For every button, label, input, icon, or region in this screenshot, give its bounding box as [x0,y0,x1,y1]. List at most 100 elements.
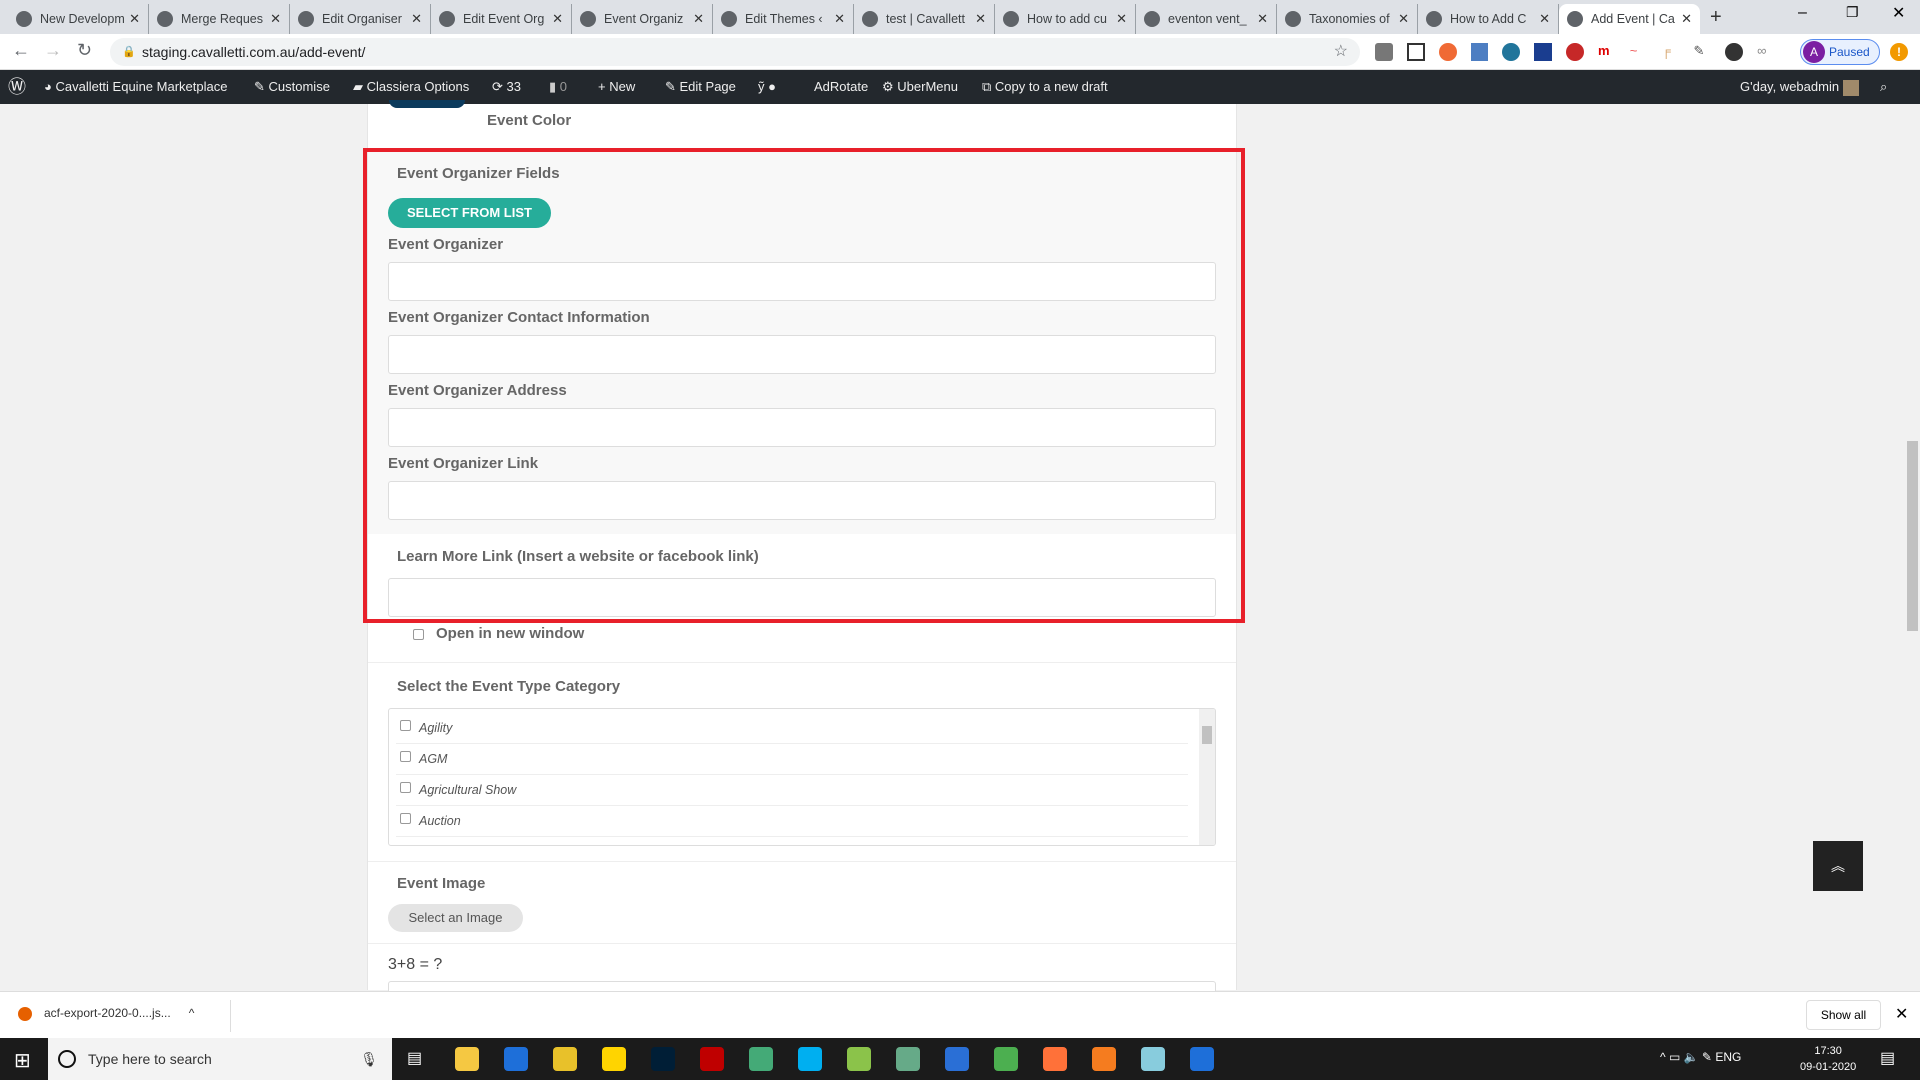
microphone-icon[interactable]: 🎙 [360,1038,378,1080]
profile-button[interactable]: A Paused [1800,39,1880,65]
new-link[interactable]: + New [598,70,635,104]
restore-button[interactable]: ❐ [1846,4,1859,21]
photoshop-taskbar-icon[interactable] [651,1047,675,1071]
close-tab-icon[interactable]: ✕ [693,11,704,27]
copy-draft-label: Copy to a new draft [994,79,1108,94]
notifications-icon[interactable]: ▤ [1880,1048,1895,1068]
forward-icon[interactable]: → [44,40,62,61]
comments-link[interactable]: ▮ 0 [549,70,567,104]
close-tab-icon[interactable]: ✕ [270,11,281,27]
new-tab-button[interactable]: + [1710,6,1722,29]
url-bar[interactable]: 🔒 staging.cavalletti.com.au/add-event/ ☆ [110,38,1360,66]
divider [396,774,1188,775]
xampp-taskbar-icon[interactable] [1092,1047,1116,1071]
event-color-label: Event Color [487,112,572,129]
notepad2-taskbar-icon[interactable] [1141,1047,1165,1071]
close-tab-icon[interactable]: ✕ [552,11,563,27]
browser-tab[interactable]: eventon vent_ ✕ [1136,4,1277,34]
wordpress-logo-icon[interactable]: Ⓦ [8,70,26,104]
chrome-taskbar-icon[interactable] [994,1047,1018,1071]
taskbar-search[interactable]: Type here to search 🎙 [48,1038,392,1080]
ubermenu-link[interactable]: ⚙ UberMenu [882,70,958,104]
close-tab-icon[interactable]: ✕ [1681,11,1692,27]
close-tab-icon[interactable]: ✕ [834,11,845,27]
category-checkbox[interactable] [400,751,411,762]
close-downloads-icon[interactable]: ✕ [1895,1004,1908,1024]
download-bar: acf-export-2020-0....js... ^ Show all ✕ [0,991,1920,1038]
minimize-button[interactable]: – [1798,4,1807,22]
show-all-button[interactable]: Show all [1806,1000,1881,1030]
bookmark-star-icon[interactable]: ☆ [1334,38,1348,66]
start-button[interactable]: ⊞ [14,1048,31,1073]
archive-taskbar-icon[interactable] [896,1047,920,1071]
browser-tab[interactable]: Merge Reques ✕ [149,4,290,34]
tab-title: Edit Themes ‹ [745,12,823,26]
copy-draft-link[interactable]: ⧉ Copy to a new draft [982,70,1108,104]
customise-link[interactable]: ✎ Customise [254,70,330,104]
filezilla-taskbar-icon[interactable] [700,1047,724,1071]
network-taskbar-icon[interactable] [749,1047,773,1071]
notepad-taskbar-icon[interactable] [847,1047,871,1071]
close-window-button[interactable]: ✕ [1892,3,1905,23]
browser-tab[interactable]: test | Cavallett ✕ [854,4,995,34]
system-tray[interactable]: ^ ▭ 🔈 ✎ ENG [1660,1050,1741,1064]
back-icon[interactable]: ← [12,40,30,61]
open-new-window-label: Open in new window [436,625,585,642]
browser-tab[interactable]: Edit Themes ‹ ✕ [713,4,854,34]
category-option[interactable]: AGM [419,752,447,766]
classiera-options-link[interactable]: ▰ Classiera Options [353,70,469,104]
extension-icons[interactable]: m ~ ╒ ✎ ∞ [1375,43,1775,61]
close-tab-icon[interactable]: ✕ [1116,11,1127,27]
update-alert-icon[interactable]: ! [1890,43,1908,61]
close-tab-icon[interactable]: ✕ [411,11,422,27]
close-tab-icon[interactable]: ✕ [129,11,140,27]
updates-link[interactable]: ⟳ 33 [492,70,521,104]
site-name-link[interactable]: ◕ Cavalletti Equine Marketplace [44,70,227,104]
maps-taskbar-icon[interactable] [504,1047,528,1071]
close-tab-icon[interactable]: ✕ [1539,11,1550,27]
browser-tab[interactable]: Event Organiz ✕ [572,4,713,34]
close-tab-icon[interactable]: ✕ [1257,11,1268,27]
skype-taskbar-icon[interactable] [798,1047,822,1071]
browser-tab[interactable]: How to Add C ✕ [1418,4,1559,34]
category-option[interactable]: Agility [419,721,452,735]
browser-tab[interactable]: Add Event | Ca ✕ [1559,4,1700,34]
notebook-icon [16,11,32,27]
account-menu[interactable]: G'day, webadmin [1740,70,1859,104]
task-view-icon[interactable]: ▤ [407,1048,422,1068]
page-scrollbar[interactable] [1905,104,1920,991]
chevron-up-icon[interactable]: ^ [189,1006,195,1020]
firefox-taskbar-icon[interactable] [1043,1047,1067,1071]
category-scrollbar[interactable] [1199,709,1215,845]
browser-tab[interactable]: New Developm ✕ [8,4,149,34]
category-checkbox[interactable] [400,720,411,731]
browser-tab[interactable]: How to add cu ✕ [995,4,1136,34]
category-option[interactable]: Auction [419,814,461,828]
clock[interactable]: 17:30 09-01-2020 [1800,1043,1856,1075]
category-checkbox[interactable] [400,813,411,824]
browser-tab[interactable]: Edit Organiser ✕ [290,4,431,34]
reload-icon[interactable]: ↻ [77,40,92,61]
category-checkbox[interactable] [400,782,411,793]
open-new-window-checkbox[interactable] [413,629,424,640]
browser-tab[interactable]: Edit Event Org ✕ [431,4,572,34]
globe-icon [439,11,455,27]
yoast-icon[interactable]: ỹ ● [758,70,776,104]
close-tab-icon[interactable]: ✕ [1398,11,1409,27]
scroll-to-top-button[interactable]: ︽ [1813,841,1863,891]
download-item[interactable]: acf-export-2020-0....js... ^ [18,1006,194,1021]
maps2-taskbar-icon[interactable] [1190,1047,1214,1071]
sticky-notes-taskbar-icon[interactable] [602,1047,626,1071]
browser-tab[interactable]: Taxonomies of ✕ [1277,4,1418,34]
color-picker-button[interactable] [389,100,465,108]
category-list[interactable] [388,708,1216,846]
search-icon[interactable]: ⌕ [1880,70,1887,104]
edit-page-link[interactable]: ✎ Edit Page [665,70,736,104]
category-option[interactable]: Agricultural Show [419,783,516,797]
xampp-control-taskbar-icon[interactable] [553,1047,577,1071]
thunderbird-taskbar-icon[interactable] [945,1047,969,1071]
adrotate-link[interactable]: AdRotate [814,70,868,104]
select-image-button[interactable]: Select an Image [388,904,523,932]
file-explorer-taskbar-icon[interactable] [455,1047,479,1071]
close-tab-icon[interactable]: ✕ [975,11,986,27]
